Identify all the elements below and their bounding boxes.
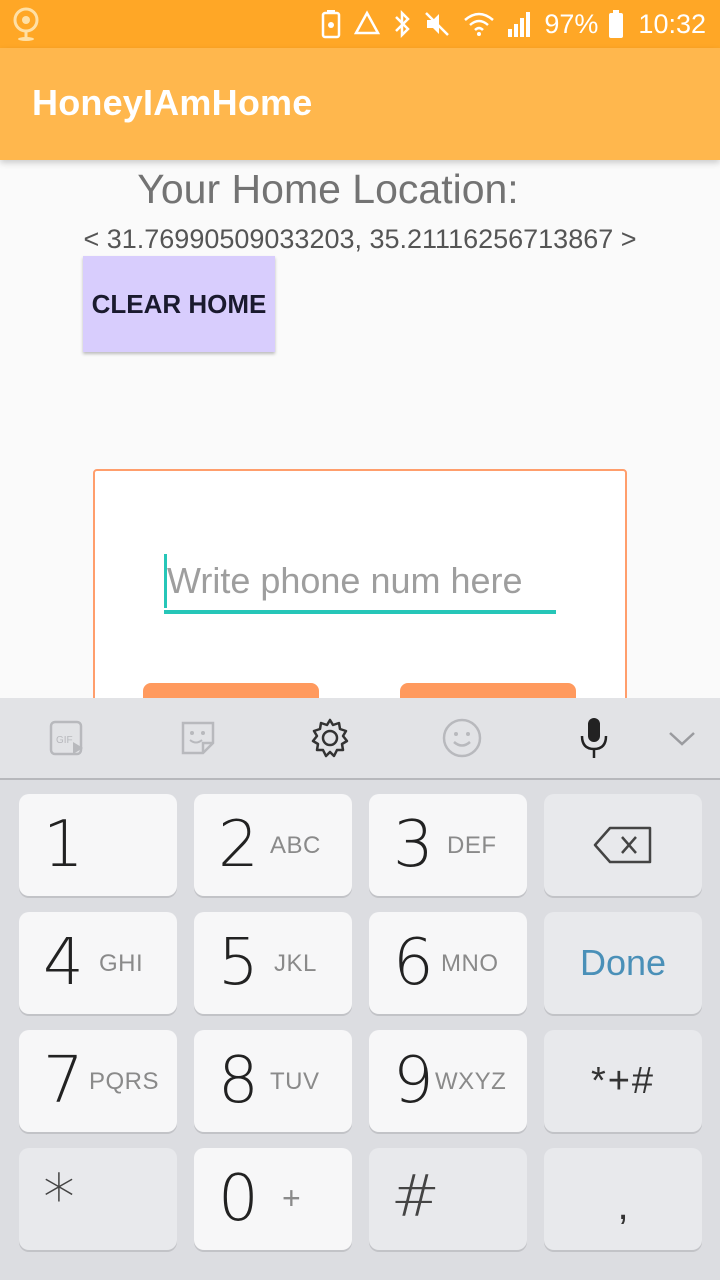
key-9[interactable]: 9 WXYZ xyxy=(369,1030,527,1132)
key-7[interactable]: 7 PQRS xyxy=(19,1030,177,1132)
signal-icon xyxy=(506,9,532,39)
key-hash[interactable]: # xyxy=(369,1148,527,1250)
key-digit: 8 xyxy=(218,1044,259,1118)
key-digit: 2 xyxy=(218,808,259,882)
key-letters: PQRS xyxy=(89,1068,160,1095)
key-4[interactable]: 4 GHI xyxy=(19,912,177,1014)
key-comma[interactable]: , xyxy=(544,1148,702,1250)
symbols-key[interactable]: *+# xyxy=(544,1030,702,1132)
status-bar: 97% 10:32 xyxy=(0,0,720,48)
app-title: HoneyIAmHome xyxy=(32,82,313,123)
emoji-icon[interactable] xyxy=(440,716,484,760)
numeric-keyboard: GIF 1 2 ABC 3 DEF 4 GHI 5 JKL 6 MNO Done… xyxy=(0,698,720,1280)
key-letters: TUV xyxy=(270,1068,320,1095)
key-letters: DEF xyxy=(447,832,497,859)
key-letters: WXYZ xyxy=(435,1068,507,1095)
symbols-label: *+# xyxy=(590,1059,656,1102)
key-star[interactable]: * xyxy=(19,1148,177,1250)
sticker-icon[interactable] xyxy=(176,716,220,760)
battery-percent: 97% xyxy=(544,8,599,39)
key-letters: GHI xyxy=(99,950,144,977)
done-key[interactable]: Done xyxy=(544,912,702,1014)
input-underline xyxy=(164,610,556,614)
settings-icon[interactable] xyxy=(308,716,352,760)
key-digit: 4 xyxy=(43,926,84,1000)
clear-home-button[interactable]: CLEAR HOME xyxy=(83,256,275,352)
key-3[interactable]: 3 DEF xyxy=(369,794,527,896)
phone-number-input[interactable] xyxy=(167,552,556,610)
home-location-coordinates: < 31.76990509033203, 35.21116256713867 > xyxy=(83,224,637,254)
key-comma-label: , xyxy=(617,1183,629,1228)
bluetooth-icon xyxy=(392,9,412,39)
key-star-label: * xyxy=(43,1162,75,1236)
key-6[interactable]: 6 MNO xyxy=(369,912,527,1014)
key-digit: 0 xyxy=(218,1162,259,1236)
key-2[interactable]: 2 ABC xyxy=(194,794,352,896)
battery-icon xyxy=(608,9,624,39)
key-0[interactable]: 0 + xyxy=(194,1148,352,1250)
wifi-icon xyxy=(462,9,496,39)
key-digit: 7 xyxy=(43,1044,84,1118)
key-letters: ABC xyxy=(270,832,321,859)
key-hash-label: # xyxy=(391,1162,440,1230)
microphone-icon[interactable] xyxy=(572,716,616,760)
key-8[interactable]: 8 TUV xyxy=(194,1030,352,1132)
keyboard-toolbar: GIF xyxy=(0,698,720,780)
key-letters: MNO xyxy=(441,950,499,977)
key-digit: 6 xyxy=(393,926,434,1000)
svg-text:GIF: GIF xyxy=(56,735,73,746)
key-digit: 1 xyxy=(43,808,84,882)
recycle-icon xyxy=(352,9,382,39)
key-letters: JKL xyxy=(274,950,317,977)
key-1[interactable]: 1 xyxy=(19,794,177,896)
mute-icon xyxy=(422,9,452,39)
backspace-icon xyxy=(544,794,702,896)
key-5[interactable]: 5 JKL xyxy=(194,912,352,1014)
phone-input-container xyxy=(164,552,556,614)
battery-saver-icon xyxy=(320,9,342,39)
chevron-down-icon[interactable] xyxy=(660,716,704,760)
backspace-key[interactable] xyxy=(544,794,702,896)
key-digit: 3 xyxy=(393,808,434,882)
key-digit: 5 xyxy=(218,926,259,1000)
home-location-heading: Your Home Location: xyxy=(137,166,519,212)
location-pin-icon xyxy=(8,6,44,42)
gif-icon[interactable]: GIF xyxy=(45,716,89,760)
clock: 10:32 xyxy=(638,8,706,39)
key-digit: 9 xyxy=(393,1044,434,1118)
key-letters: + xyxy=(282,1180,302,1216)
app-bar: HoneyIAmHome xyxy=(0,48,720,160)
done-label: Done xyxy=(579,942,667,983)
